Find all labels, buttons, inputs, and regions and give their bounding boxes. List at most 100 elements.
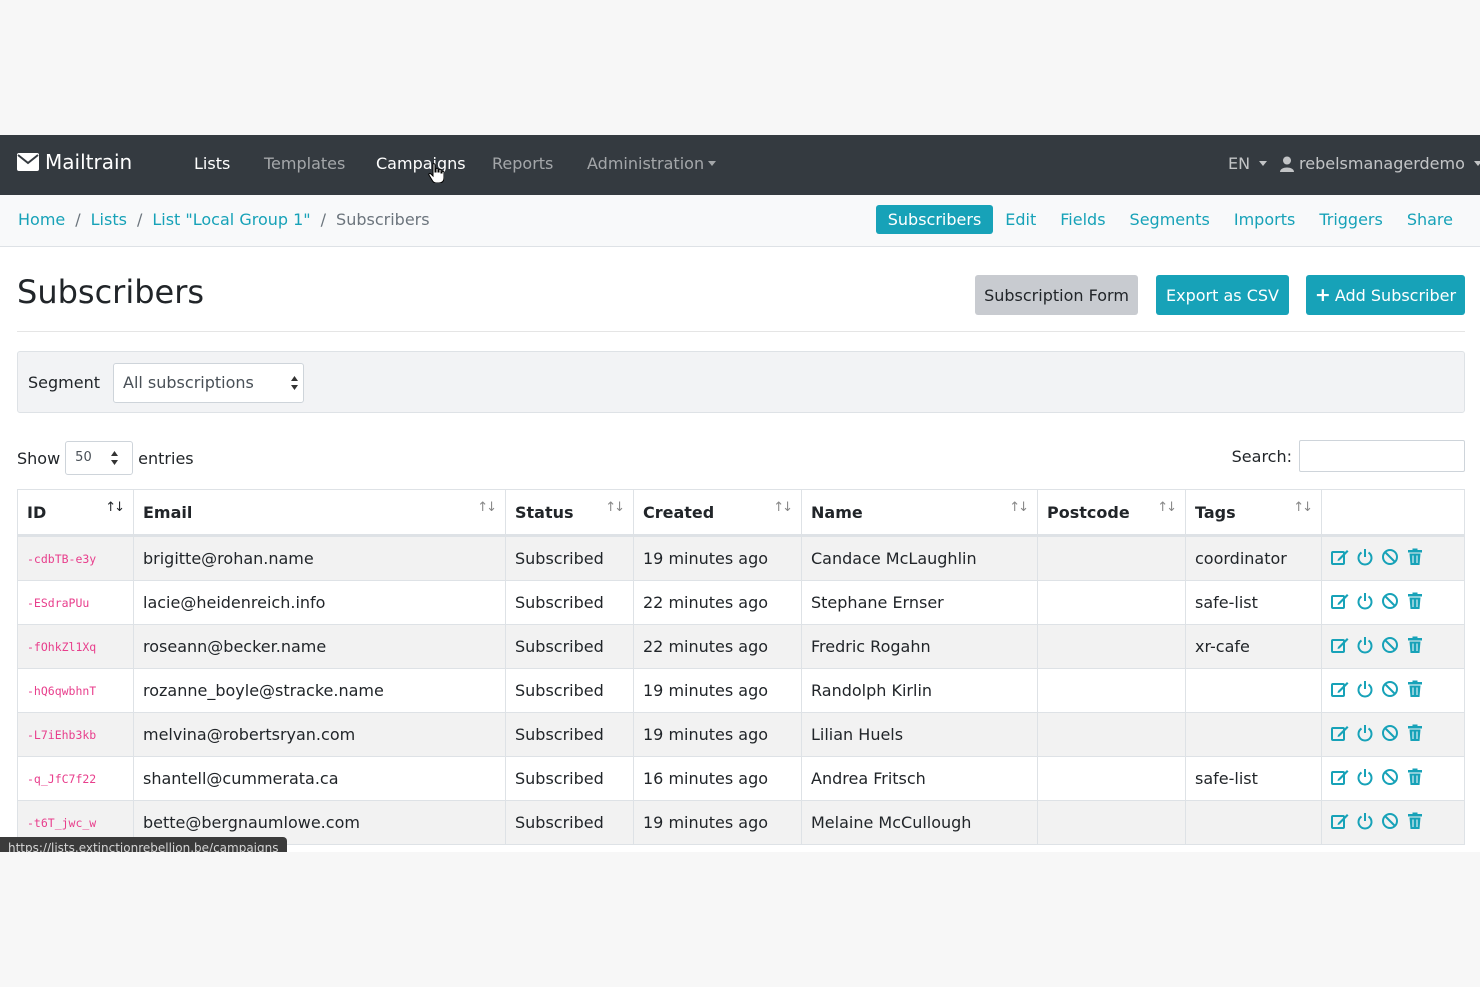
- edit-button[interactable]: [1331, 768, 1349, 790]
- edit-icon: [1331, 549, 1349, 565]
- blacklist-button[interactable]: [1381, 768, 1399, 790]
- table-row: -cdbTB-e3y brigitte@rohan.name Subscribed 1…: [17, 535, 1465, 581]
- breadcrumb-home[interactable]: Home: [18, 210, 65, 229]
- cell-created: 22 minutes ago: [633, 624, 802, 669]
- table-row: -q_JfC7f22 shantell@cummerata.ca Subscribe…: [17, 756, 1465, 801]
- edit-button[interactable]: [1331, 680, 1349, 702]
- blacklist-button[interactable]: [1381, 548, 1399, 570]
- sort-icon: ↑↓: [1009, 500, 1029, 515]
- delete-button[interactable]: [1406, 768, 1424, 790]
- cell-tags: coordinator: [1185, 535, 1322, 581]
- toggle-subscription-button[interactable]: [1356, 548, 1374, 570]
- nav-lists[interactable]: Lists: [194, 154, 230, 173]
- cell-postcode: [1037, 756, 1186, 801]
- row-actions: [1331, 636, 1455, 658]
- subnav-fields[interactable]: Fields: [1048, 205, 1117, 234]
- blacklist-button[interactable]: [1381, 636, 1399, 658]
- page-length-select[interactable]: 50: [65, 441, 134, 475]
- subnav-share[interactable]: Share: [1395, 205, 1465, 234]
- toggle-subscription-button[interactable]: [1356, 592, 1374, 614]
- nav-reports[interactable]: Reports: [492, 154, 553, 173]
- blacklist-button[interactable]: [1381, 812, 1399, 834]
- cell-status: Subscribed: [505, 624, 634, 669]
- toggle-subscription-button[interactable]: [1356, 724, 1374, 746]
- page-title: Subscribers: [17, 273, 205, 311]
- edit-button[interactable]: [1331, 592, 1349, 614]
- blacklist-button[interactable]: [1381, 592, 1399, 614]
- cell-name: Lilian Huels: [801, 712, 1038, 757]
- edit-button[interactable]: [1331, 548, 1349, 570]
- brand[interactable]: Mailtrain: [17, 150, 132, 174]
- column-header-email[interactable]: Email ↑↓: [133, 489, 506, 537]
- cell-id: -hQ6qwbhnT: [17, 668, 134, 713]
- cell-email: melvina@robertsryan.com: [133, 712, 506, 757]
- trash-icon: [1408, 680, 1422, 697]
- nav-administration[interactable]: Administration: [587, 154, 717, 173]
- delete-button[interactable]: [1406, 548, 1424, 570]
- column-status-label: Status: [515, 502, 574, 522]
- edit-button[interactable]: [1331, 724, 1349, 746]
- user-name: rebelsmanagerdemo: [1299, 154, 1465, 173]
- column-header-status[interactable]: Status ↑↓: [505, 489, 634, 537]
- toggle-subscription-button[interactable]: [1356, 768, 1374, 790]
- export-csv-button[interactable]: Export as CSV: [1156, 275, 1289, 315]
- subscription-form-button[interactable]: Subscription Form: [975, 275, 1138, 315]
- breadcrumb-list[interactable]: List "Local Group 1": [152, 210, 310, 229]
- segment-filter-card: Segment All subscriptions: [17, 351, 1465, 413]
- cell-id: -q_JfC7f22: [17, 756, 134, 801]
- breadcrumb-lists[interactable]: Lists: [91, 210, 127, 229]
- delete-button[interactable]: [1406, 592, 1424, 614]
- edit-icon: [1331, 637, 1349, 653]
- nav-templates[interactable]: Templates: [264, 154, 345, 173]
- trash-icon: [1408, 548, 1422, 565]
- delete-button[interactable]: [1406, 812, 1424, 834]
- language-dropdown[interactable]: EN: [1228, 154, 1268, 173]
- cell-actions: [1321, 712, 1465, 757]
- edit-button[interactable]: [1331, 636, 1349, 658]
- breadcrumb-separator: /: [136, 210, 143, 229]
- cell-postcode: [1037, 624, 1186, 669]
- toggle-subscription-button[interactable]: [1356, 636, 1374, 658]
- blacklist-button[interactable]: [1381, 724, 1399, 746]
- column-id-label: ID: [27, 502, 47, 522]
- nav-administration-label: Administration: [587, 154, 705, 173]
- segment-select[interactable]: All subscriptions: [113, 363, 304, 403]
- delete-button[interactable]: [1406, 636, 1424, 658]
- table-row: -fOhkZl1Xq roseann@becker.name Subscribed 2…: [17, 624, 1465, 669]
- subnav-subscribers[interactable]: Subscribers: [875, 205, 994, 234]
- sort-icon: ↑↓: [477, 500, 497, 515]
- select-arrows-icon: [291, 376, 298, 390]
- toggle-subscription-button[interactable]: [1356, 812, 1374, 834]
- subnav-edit[interactable]: Edit: [993, 205, 1048, 234]
- add-subscriber-button[interactable]: + Add Subscriber: [1306, 275, 1465, 315]
- blacklist-button[interactable]: [1381, 680, 1399, 702]
- column-header-name[interactable]: Name ↑↓: [801, 489, 1038, 537]
- cell-id: -L7iEhb3kb: [17, 712, 134, 757]
- toggle-subscription-button[interactable]: [1356, 680, 1374, 702]
- cell-tags: [1185, 800, 1322, 845]
- nav-campaigns[interactable]: Campaigns: [376, 154, 466, 173]
- user-menu[interactable]: rebelsmanagerdemo: [1280, 154, 1480, 173]
- add-subscriber-label: Add Subscriber: [1334, 285, 1457, 305]
- cell-email: shantell@cummerata.ca: [133, 756, 506, 801]
- subnav-imports[interactable]: Imports: [1222, 205, 1307, 234]
- column-header-tags[interactable]: Tags ↑↓: [1185, 489, 1322, 537]
- delete-button[interactable]: [1406, 724, 1424, 746]
- edit-button[interactable]: [1331, 812, 1349, 834]
- column-header-id[interactable]: ID ↑↓: [17, 489, 134, 537]
- cell-status: Subscribed: [505, 800, 634, 845]
- power-icon: [1357, 592, 1373, 609]
- cell-postcode: [1037, 800, 1186, 845]
- column-header-created[interactable]: Created ↑↓: [633, 489, 802, 537]
- search-input[interactable]: [1299, 440, 1465, 472]
- subnav-segments[interactable]: Segments: [1118, 205, 1222, 234]
- subnav-triggers[interactable]: Triggers: [1307, 205, 1395, 234]
- delete-button[interactable]: [1406, 680, 1424, 702]
- table-row: -ESdraPUu lacie@heidenreich.info Subscribe…: [17, 580, 1465, 625]
- power-icon: [1357, 812, 1373, 829]
- trash-icon: [1408, 812, 1422, 829]
- cell-id: -ESdraPUu: [17, 580, 134, 625]
- cell-tags: safe-list: [1185, 580, 1322, 625]
- edit-icon: [1331, 769, 1349, 785]
- column-header-postcode[interactable]: Postcode ↑↓: [1037, 489, 1186, 537]
